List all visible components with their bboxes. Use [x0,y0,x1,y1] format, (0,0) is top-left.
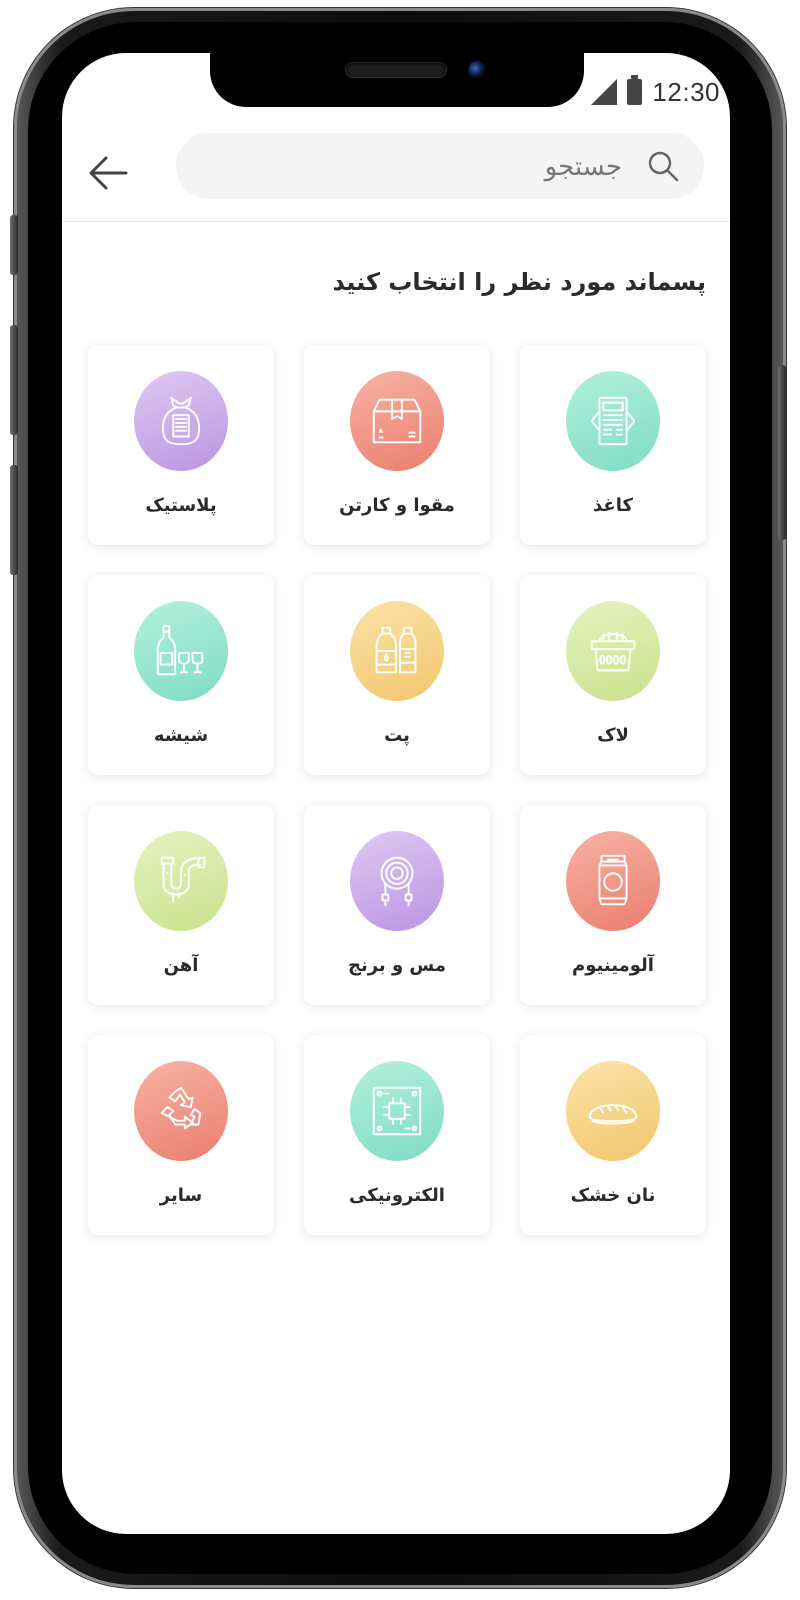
search-bar[interactable] [176,133,704,201]
can-icon [598,854,628,906]
category-icon-circle [350,831,444,931]
pet-bottles-icon [375,626,417,674]
signal-icon [591,79,618,105]
bread-icon [588,1104,638,1125]
category-label: مس و برنج [348,955,446,976]
header [62,133,730,222]
category-grid: کاغذ مقوا و کارتن پلاستیک لاک پت شیشه آل… [88,345,706,1235]
page-title: پسماند مورد نظر را انتخاب کنید [332,268,706,296]
search-icon [648,151,679,182]
recycle-icon [160,1086,202,1130]
category-label: آلومینیوم [572,955,654,976]
category-card-copper-brass[interactable]: مس و برنج [304,805,490,1005]
category-card-iron[interactable]: آهن [88,805,274,1005]
category-card-electronic[interactable]: الکترونیکی [304,1035,490,1235]
search-input[interactable] [200,133,624,201]
category-label: الکترونیکی [349,1185,445,1206]
category-label: آهن [163,955,199,976]
category-icon-circle [350,371,444,471]
side-button-mute [10,215,18,275]
category-label: لاک [597,725,629,746]
newspaper-icon [590,396,636,446]
category-icon-circle [134,1061,228,1161]
cable-icon [380,856,414,907]
front-camera [468,61,486,79]
battery-icon [627,75,643,105]
category-icon-circle [350,1061,444,1161]
category-card-plastic[interactable]: پلاستیک [88,345,274,545]
side-button-volume-down [10,465,18,575]
glass-bottle-icon [156,624,204,676]
arrow-left-icon [89,156,128,190]
category-label: سایر [159,1185,203,1206]
category-icon-circle [566,601,660,701]
category-label: نان خشک [570,1185,656,1206]
notch [210,53,584,107]
category-label: پلاستیک [145,495,217,516]
category-card-other[interactable]: سایر [88,1035,274,1235]
category-label: کاغذ [593,495,633,516]
side-button-power [778,365,786,540]
category-card-aluminium[interactable]: آلومینیوم [520,805,706,1005]
category-label: شیشه [153,725,209,746]
category-icon-circle [134,371,228,471]
category-icon-circle [566,1061,660,1161]
category-card-pet[interactable]: پت [304,575,490,775]
pipe-icon [160,856,206,903]
category-icon-circle [566,831,660,931]
screen: 12:30 پسماند مورد نظر را انتخاب کنید [62,53,730,1534]
cardboard-box-icon [372,398,422,444]
category-label: پت [384,725,410,746]
back-button[interactable] [84,149,132,197]
status-time: 12:30 [652,76,720,107]
circuit-board-icon [372,1086,422,1136]
category-card-paper[interactable]: کاغذ [520,345,706,545]
category-icon-circle [566,371,660,471]
basket-icon [590,631,636,672]
side-button-volume-up [10,325,18,435]
plastic-bag-icon [161,396,201,446]
category-label: مقوا و کارتن [339,495,455,516]
speaker-grille [346,63,446,77]
category-card-lac[interactable]: لاک [520,575,706,775]
category-card-glass[interactable]: شیشه [88,575,274,775]
category-icon-circle [134,601,228,701]
category-icon-circle [134,831,228,931]
category-icon-circle [350,601,444,701]
category-card-dry-bread[interactable]: نان خشک [520,1035,706,1235]
category-card-cardboard[interactable]: مقوا و کارتن [304,345,490,545]
status-bar: 12:30 [591,75,720,109]
